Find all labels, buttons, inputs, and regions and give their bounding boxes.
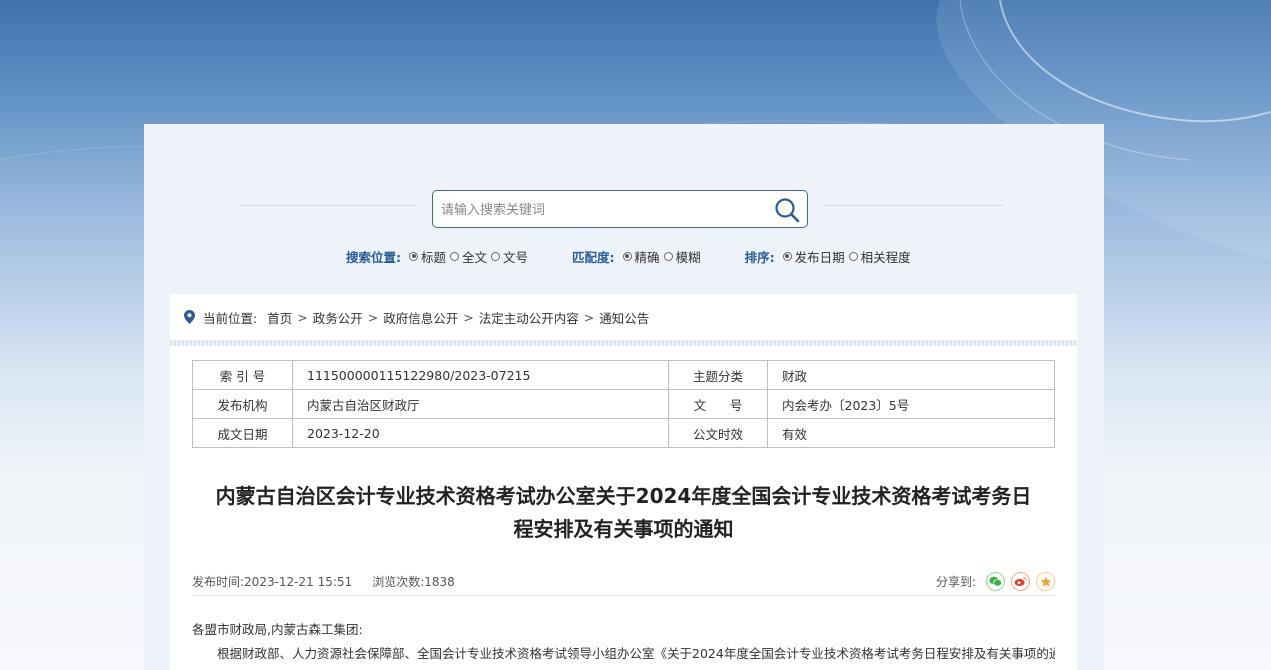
title-line: 程安排及有关事项的通知 [513,517,734,541]
breadcrumb-gov-info[interactable]: 政府信息公开 [383,308,458,327]
radio-exact[interactable]: 精确 [622,247,660,266]
search-icon [775,198,800,223]
radio-fuzzy[interactable]: 模糊 [663,247,701,266]
share-label: 分享到: [935,575,976,589]
info-key: 索 引 号 [192,360,293,390]
info-value: 内会考办〔2023〕5号 [767,389,1055,419]
page-title: 内蒙古自治区会计专业技术资格考试办公室关于2024年度全国会计专业技术资格考试考… [192,480,1055,546]
info-key: 文 号 [668,389,768,419]
greeting: 各盟市财政局,内蒙古森工集团: [192,622,363,637]
info-value: 财政 [767,360,1055,390]
match-label: 匹配度: [572,249,615,265]
article-meta: 发布时间:2023-12-21 15:51 浏览次数:1838 分享到: [192,568,1055,596]
search-position-group: 搜索位置: 标题 全文 文号 [346,247,532,266]
divider [238,205,418,206]
radio-title[interactable]: 标题 [409,247,446,266]
main-panel: 搜索位置: 标题 全文 文号 匹配度: 精确 模糊 排序: 发布日期 相关程度 … [144,124,1104,670]
info-value: 111500000115122980/2023-07215 [292,360,669,390]
radio-relevance[interactable]: 相关程度 [848,247,911,266]
info-value: 2023-12-20 [292,418,669,448]
search-button[interactable] [773,196,801,224]
breadcrumb: 当前位置: 首页 > 政务公开 > 政府信息公开 > 法定主动公开内容 > 通知… [170,294,1077,340]
search-position-label: 搜索位置: [346,249,401,265]
publish-time: 发布时间:2023-12-21 15:51 [192,575,353,589]
breadcrumb-gov-open[interactable]: 政务公开 [313,308,363,327]
view-count: 浏览次数:1838 [372,575,455,589]
article-content: 索 引 号 111500000115122980/2023-07215 主题分类… [170,346,1077,670]
radio-doc-number[interactable]: 文号 [491,247,528,266]
weibo-icon[interactable] [1011,572,1030,591]
breadcrumb-separator: > [463,309,474,325]
radio-dot [848,251,858,261]
table-row: 发布机构 内蒙古自治区财政厅 文 号 内会考办〔2023〕5号 [192,389,1055,419]
match-group: 匹配度: 精确 模糊 [572,247,705,266]
search-area [238,190,1008,230]
breadcrumb-statutory[interactable]: 法定主动公开内容 [479,308,579,327]
doc-info-table: 索 引 号 111500000115122980/2023-07215 主题分类… [192,360,1055,448]
radio-dot [409,251,418,261]
radio-dot [663,251,673,261]
breadcrumb-separator: > [583,309,595,325]
breadcrumb-prefix: 当前位置: [203,310,258,326]
search-options: 搜索位置: 标题 全文 文号 匹配度: 精确 模糊 排序: 发布日期 相关程度 [346,246,955,266]
table-row: 成文日期 2023-12-20 公文时效 有效 [192,418,1055,448]
radio-dot [782,251,792,261]
radio-publish-date[interactable]: 发布日期 [782,247,845,266]
info-key: 成文日期 [192,418,293,448]
info-value: 内蒙古自治区财政厅 [292,389,669,419]
info-key: 主题分类 [668,360,768,390]
info-value: 有效 [767,418,1055,448]
radio-dot [622,251,632,261]
search-box [432,190,808,228]
info-key: 发布机构 [192,389,293,419]
paragraph: 根据财政部、人力资源社会保障部、全国会计专业技术资格考试领导小组办公室《关于20… [217,646,1055,661]
divider [824,205,1004,206]
info-key: 公文时效 [668,418,768,448]
location-pin-icon [184,310,195,324]
radio-dot [491,251,501,261]
breadcrumb-separator: > [297,309,308,325]
radio-fulltext[interactable]: 全文 [450,247,487,266]
sort-label: 排序: [744,249,775,265]
wechat-icon[interactable] [986,572,1005,591]
breadcrumb-home[interactable]: 首页 [267,308,292,327]
article-body: 各盟市财政局,内蒙古森工集团: 根据财政部、人力资源社会保障部、全国会计专业技术… [192,618,1055,666]
radio-dot [450,251,460,261]
table-row: 索 引 号 111500000115122980/2023-07215 主题分类… [192,360,1055,390]
title-line: 内蒙古自治区会计专业技术资格考试办公室关于2024年度全国会计专业技术资格考试考… [215,484,1032,508]
breadcrumb-notices[interactable]: 通知公告 [599,308,649,327]
sort-group: 排序: 发布日期 相关程度 [745,247,915,266]
search-input[interactable] [441,200,761,220]
favorite-star-icon[interactable] [1036,572,1055,591]
breadcrumb-separator: > [367,309,379,325]
